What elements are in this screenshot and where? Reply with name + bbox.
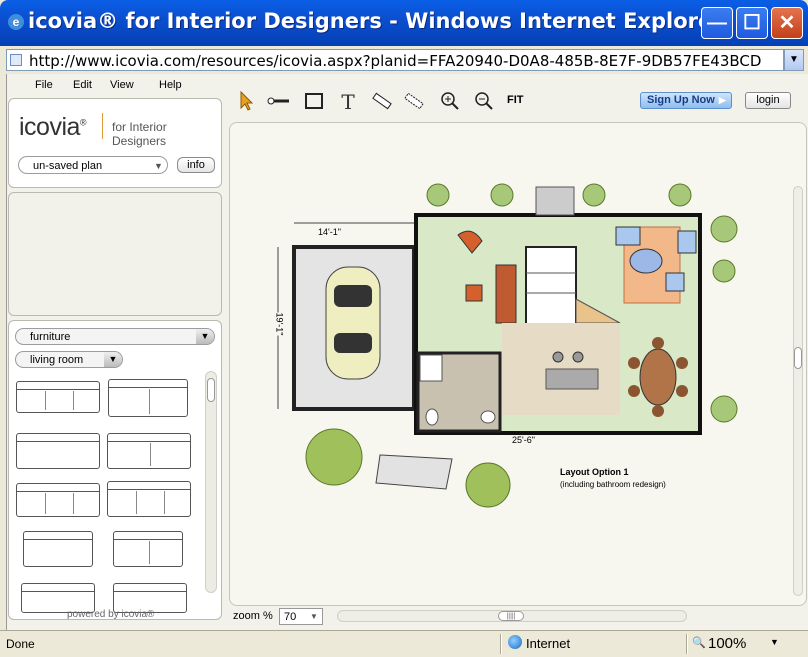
chevron-down-icon: ▼ bbox=[154, 161, 163, 171]
layout-subtitle: (including bathroom redesign) bbox=[560, 480, 666, 489]
properties-panel bbox=[8, 192, 222, 316]
address-dropdown-button[interactable]: ▼ bbox=[784, 49, 804, 71]
logo-divider bbox=[102, 113, 103, 139]
category-selector[interactable]: furniture ▼ bbox=[15, 328, 215, 345]
catalog-item[interactable] bbox=[16, 483, 100, 517]
catalog-item[interactable] bbox=[113, 531, 183, 567]
login-button[interactable]: login bbox=[745, 92, 791, 109]
status-text: Done bbox=[6, 637, 35, 651]
zoom-magnifier-icon: 🔍 bbox=[692, 637, 706, 649]
fit-button[interactable]: FIT bbox=[507, 94, 524, 106]
plan-selector[interactable]: un-saved plan ▼ bbox=[18, 156, 168, 174]
chevron-down-icon: ▼ bbox=[196, 329, 214, 344]
canvas-horizontal-thumb[interactable]: ||||| bbox=[498, 611, 524, 621]
armchair bbox=[615, 226, 641, 246]
page-icon bbox=[10, 54, 22, 66]
canvas-vertical-thumb[interactable] bbox=[794, 347, 802, 369]
canvas-horizontal-scrollbar[interactable]: ||||| bbox=[337, 610, 687, 622]
select-arrow-icon[interactable] bbox=[235, 90, 257, 112]
maximize-button[interactable]: ☐ bbox=[736, 7, 768, 39]
subcategory-value: living room bbox=[30, 354, 84, 366]
front-step bbox=[535, 186, 575, 216]
dining-table bbox=[639, 348, 677, 406]
security-zone: Internet bbox=[526, 636, 571, 651]
tree bbox=[305, 428, 363, 486]
sofa bbox=[495, 264, 517, 324]
hammock bbox=[375, 454, 453, 490]
measure-tool-icon[interactable] bbox=[371, 90, 393, 112]
kitchen-island bbox=[545, 368, 599, 390]
icovia-app: File Edit View Help icovia® for Interior… bbox=[6, 74, 808, 630]
stairs bbox=[525, 246, 577, 326]
catalog-item[interactable] bbox=[23, 531, 93, 567]
zoom-select[interactable]: 70 ▼ bbox=[279, 608, 323, 625]
catalog-item[interactable] bbox=[16, 381, 100, 413]
zoom-in-icon[interactable] bbox=[439, 90, 461, 112]
armchair bbox=[677, 230, 697, 254]
category-value: furniture bbox=[30, 331, 71, 343]
menu-help[interactable]: Help bbox=[159, 79, 182, 91]
globe-icon bbox=[508, 635, 522, 649]
menu-view[interactable]: View bbox=[110, 79, 134, 91]
browser-zoom-level[interactable]: 100% bbox=[708, 635, 746, 652]
floorplan-canvas[interactable]: 14'-1" 19'-1" 25'-6" Layout Option 1 (in… bbox=[229, 122, 807, 606]
chevron-down-icon[interactable]: ▼ bbox=[770, 637, 779, 647]
tree bbox=[465, 462, 511, 508]
chevron-down-icon: ▼ bbox=[104, 352, 122, 367]
app-menu-bar: File Edit View Help bbox=[7, 74, 223, 96]
chevron-down-icon: ▼ bbox=[310, 612, 318, 621]
zoom-value: 70 bbox=[284, 611, 297, 623]
dimension-tool-icon[interactable] bbox=[403, 90, 425, 112]
catalog-item[interactable] bbox=[107, 433, 191, 469]
sign-up-button[interactable]: Sign Up Now ▶ bbox=[640, 92, 732, 109]
address-field[interactable]: http://www.icovia.com/resources/icovia.a… bbox=[6, 49, 784, 71]
coffee-table bbox=[629, 248, 663, 274]
catalog-scroll-thumb[interactable] bbox=[207, 378, 215, 402]
ie-logo-icon: e bbox=[8, 14, 24, 30]
brand-tagline: for Interior Designers bbox=[112, 120, 167, 148]
zoom-bar: zoom % 70 ▼ ||||| bbox=[229, 606, 807, 628]
minimize-button[interactable]: — bbox=[701, 7, 733, 39]
brand-panel: icovia® for Interior Designers un-saved … bbox=[8, 98, 222, 188]
address-bar: http://www.icovia.com/resources/icovia.a… bbox=[0, 46, 808, 74]
catalog-item[interactable] bbox=[107, 481, 191, 517]
armchair bbox=[665, 272, 685, 292]
plan-selector-value: un-saved plan bbox=[33, 160, 103, 172]
menu-edit[interactable]: Edit bbox=[73, 79, 92, 91]
catalog-item[interactable] bbox=[16, 433, 100, 469]
car-icon bbox=[325, 266, 381, 380]
catalog-panel: furniture ▼ living room ▼ bbox=[8, 320, 222, 620]
menu-file[interactable]: File bbox=[35, 79, 53, 91]
info-button[interactable]: info bbox=[177, 157, 215, 173]
catalog-scrollbar[interactable] bbox=[205, 371, 217, 593]
floorplan-drawing bbox=[277, 183, 738, 508]
text-tool-icon[interactable]: T bbox=[337, 90, 359, 114]
garage-depth-dimension: 19'-1" bbox=[274, 312, 285, 336]
house-width-dimension: 25'-6" bbox=[512, 435, 535, 445]
zoom-out-icon[interactable] bbox=[473, 90, 495, 112]
icovia-logo: icovia® bbox=[19, 113, 87, 141]
address-url: http://www.icovia.com/resources/icovia.a… bbox=[29, 52, 762, 70]
powered-by-label: powered by icovia® bbox=[67, 609, 155, 620]
catalog-item[interactable] bbox=[108, 379, 188, 417]
subcategory-selector[interactable]: living room ▼ bbox=[15, 351, 123, 368]
garage-width-dimension: 14'-1" bbox=[316, 227, 343, 237]
window-title: icovia® for Interior Designers - Windows… bbox=[28, 9, 723, 33]
play-arrow-icon: ▶ bbox=[718, 95, 726, 105]
close-button[interactable]: ✕ bbox=[771, 7, 803, 39]
canvas-vertical-scrollbar[interactable] bbox=[793, 186, 803, 596]
browser-status-bar: Done Internet 🔍 100% ▼ bbox=[0, 630, 808, 657]
room-tool-icon[interactable] bbox=[303, 90, 325, 112]
ottoman bbox=[465, 284, 483, 302]
layout-title: Layout Option 1 bbox=[560, 467, 629, 477]
wall-tool-icon[interactable] bbox=[267, 90, 289, 112]
window-title-bar: e icovia® for Interior Designers - Windo… bbox=[0, 0, 808, 46]
zoom-label: zoom % bbox=[233, 610, 273, 622]
